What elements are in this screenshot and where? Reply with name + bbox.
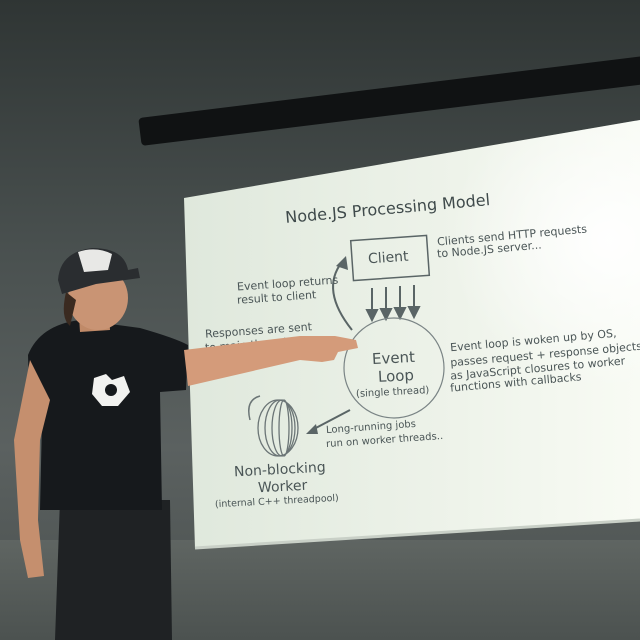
presenter-pants	[55, 500, 172, 640]
presenter	[14, 248, 358, 640]
presenter-pointing-arm	[184, 336, 358, 386]
presenter-shirt	[28, 320, 188, 510]
